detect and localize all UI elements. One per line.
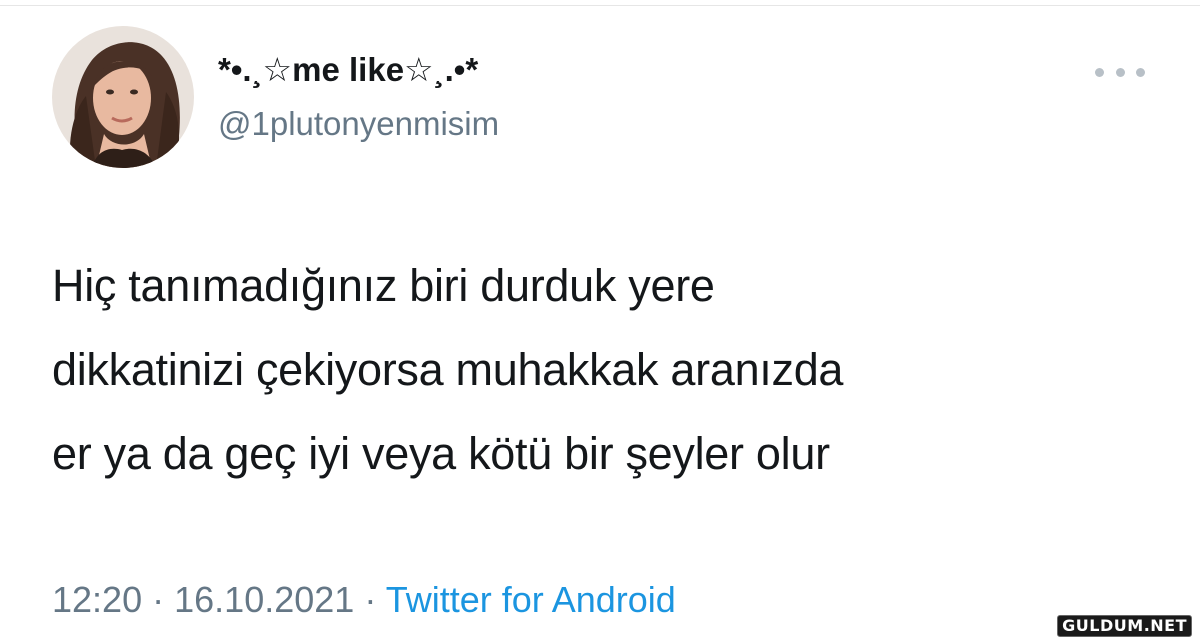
tweet-card: *•.¸☆me like☆¸.•* @1plutonyenmisim Hiç t… bbox=[0, 0, 1200, 640]
watermark-logo: GULDUM.NET bbox=[1057, 615, 1192, 637]
tweet-line: er ya da geç iyi veya kötü bir şeyler ol… bbox=[52, 428, 830, 479]
tweet-line: Hiç tanımadığınız biri durduk yere bbox=[52, 260, 715, 311]
tweet-line: dikkatinizi çekiyorsa muhakkak aranızda bbox=[52, 344, 844, 395]
dot bbox=[1115, 67, 1125, 77]
tweet-date[interactable]: 16.10.2021 bbox=[174, 579, 354, 620]
more-options-icon[interactable] bbox=[1095, 60, 1145, 84]
tweet-source-link[interactable]: Twitter for Android bbox=[386, 579, 676, 620]
tweet-text: Hiç tanımadığınız biri durduk yere dikka… bbox=[52, 244, 1152, 496]
dot bbox=[1136, 67, 1145, 77]
divider bbox=[0, 5, 1200, 6]
user-handle[interactable]: @1plutonyenmisim bbox=[218, 104, 499, 144]
avatar[interactable] bbox=[52, 26, 194, 168]
profile-photo-icon bbox=[52, 26, 194, 168]
separator: · bbox=[152, 579, 165, 620]
separator: · bbox=[364, 579, 377, 620]
tweet-time[interactable]: 12:20 bbox=[52, 579, 142, 620]
tweet-meta: 12:20 · 16.10.2021 · Twitter for Android bbox=[52, 578, 676, 622]
display-name[interactable]: *•.¸☆me like☆¸.•* bbox=[218, 50, 478, 90]
dot bbox=[1095, 67, 1104, 77]
